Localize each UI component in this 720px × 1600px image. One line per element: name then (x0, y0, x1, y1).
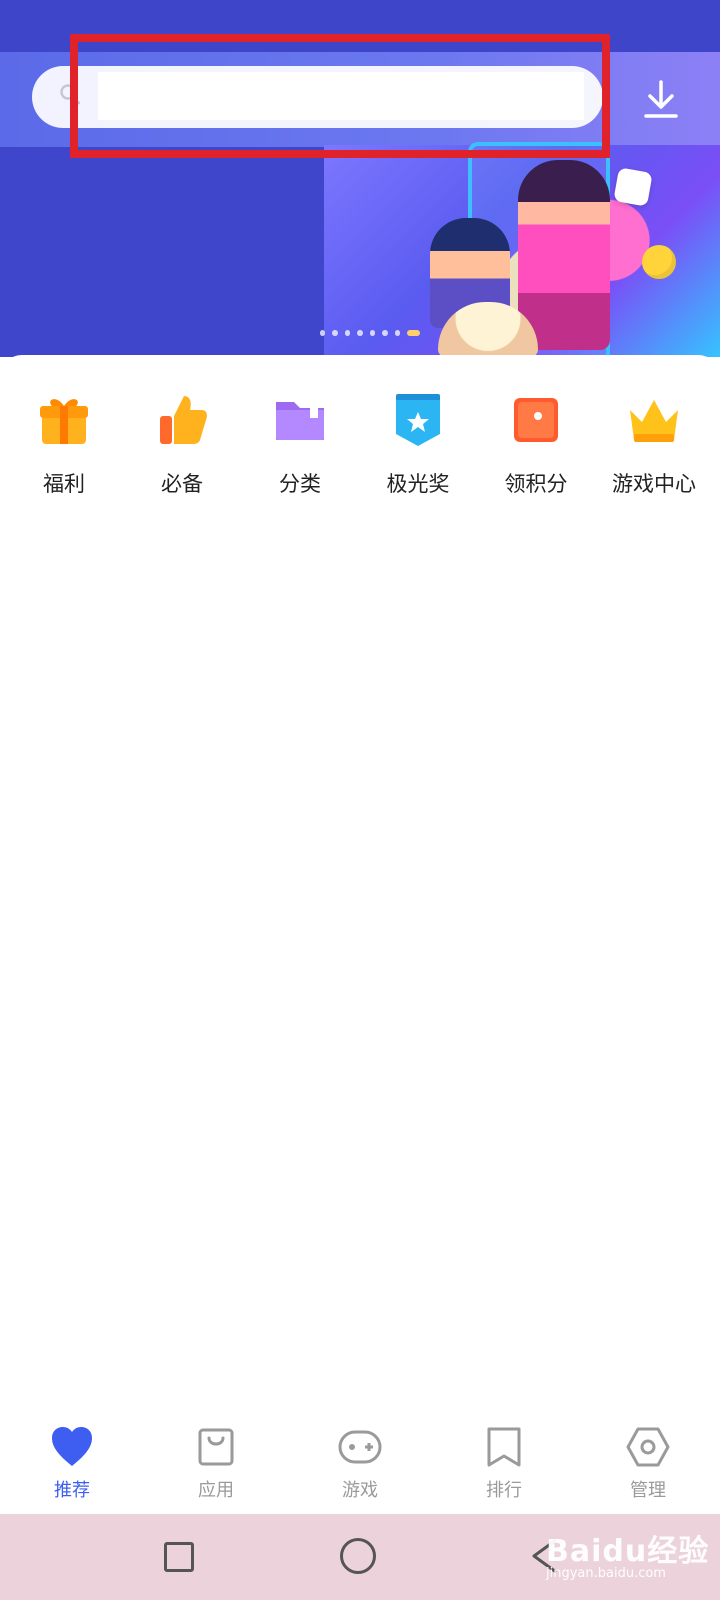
quick-action-label: 分类 (279, 472, 321, 496)
carousel-dot[interactable] (320, 330, 326, 336)
content-card (0, 355, 720, 1410)
diamond-icon (613, 167, 653, 207)
annotation-highlight-box (70, 34, 610, 158)
quick-action-label: 极光奖 (386, 472, 450, 496)
carousel-dot[interactable] (382, 330, 388, 336)
tab-label: 应用 (198, 1480, 234, 1501)
recent-apps-button[interactable] (164, 1542, 194, 1572)
bookmark-icon (487, 1427, 521, 1467)
shopping-bag-icon (198, 1428, 234, 1466)
tab-recommend[interactable]: 推荐 (22, 1416, 122, 1510)
carousel-dot[interactable] (332, 330, 338, 336)
gift-icon (40, 399, 88, 444)
baidu-watermark: Baidu经验 jingyan.baidu.com (546, 1526, 716, 1586)
quick-action-welfare[interactable]: 福利 (5, 390, 123, 508)
home-button[interactable] (340, 1538, 376, 1574)
quick-actions-row: 福利 必备 分类 极光奖 领积分 游戏中心 (0, 390, 720, 510)
carousel-dot[interactable] (344, 330, 351, 336)
tab-label: 管理 (630, 1480, 666, 1501)
quick-action-earn-points[interactable]: 领积分 (477, 390, 595, 508)
smile-emoji-icon (642, 245, 676, 279)
quick-action-label: 福利 (43, 472, 85, 496)
folder-icon (276, 402, 324, 440)
hexagon-settings-icon (626, 1427, 670, 1467)
download-icon[interactable] (636, 74, 686, 124)
banner-woman-illustration (518, 160, 610, 350)
quick-action-essentials[interactable]: 必备 (123, 390, 241, 508)
watermark-brand: Baidu经验 (546, 1534, 710, 1569)
quick-action-label: 游戏中心 (612, 472, 696, 496)
tab-label: 推荐 (54, 1480, 90, 1501)
heart-icon (52, 1427, 92, 1466)
tab-rankings[interactable]: 排行 (454, 1416, 554, 1510)
quick-action-categories[interactable]: 分类 (241, 390, 359, 508)
points-card-icon (514, 398, 558, 442)
quick-action-label: 必备 (161, 472, 203, 496)
quick-action-label: 领积分 (504, 472, 568, 496)
crown-icon (630, 400, 678, 442)
tab-label: 排行 (486, 1480, 522, 1501)
carousel-dot-active[interactable] (407, 330, 421, 336)
carousel-dot[interactable] (357, 330, 363, 336)
tab-label: 游戏 (342, 1480, 378, 1501)
carousel-dot[interactable] (369, 330, 376, 336)
tab-games[interactable]: 游戏 (310, 1416, 410, 1510)
tab-apps[interactable]: 应用 (166, 1416, 266, 1510)
thumbs-up-icon (160, 396, 207, 444)
carousel-indicator[interactable] (320, 330, 421, 342)
tab-manage[interactable]: 管理 (598, 1416, 698, 1510)
award-shield-icon (396, 394, 440, 446)
carousel-dot[interactable] (394, 330, 401, 336)
gamepad-icon (338, 1430, 382, 1464)
quick-action-aurora-award[interactable]: 极光奖 (359, 390, 477, 508)
quick-action-game-center[interactable]: 游戏中心 (595, 390, 713, 508)
